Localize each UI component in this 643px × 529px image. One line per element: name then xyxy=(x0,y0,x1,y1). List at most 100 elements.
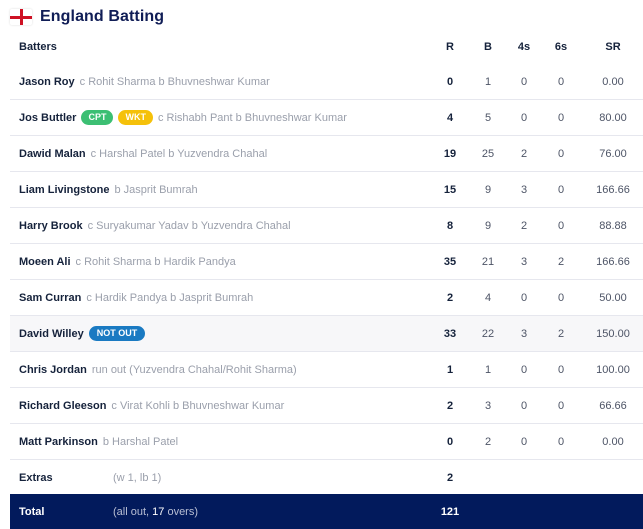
strike-rate-cell: 66.66 xyxy=(599,399,627,412)
balls-cell: 4 xyxy=(484,291,492,304)
balls-cell: 3 xyxy=(484,399,492,412)
batter-row: David Willey NOT OUT 33 22 3 2 150.00 xyxy=(10,316,643,352)
strike-rate-cell: 76.00 xyxy=(599,147,627,160)
extras-label: Extras xyxy=(19,471,53,484)
extras-detail: (w 1, lb 1) xyxy=(113,471,162,484)
sixes-cell: 0 xyxy=(557,363,565,376)
fours-cell: 2 xyxy=(520,219,528,232)
batter-name[interactable]: Moeen Ali xyxy=(19,256,71,268)
sixes-cell: 2 xyxy=(557,327,565,340)
strike-rate-cell: 50.00 xyxy=(599,291,627,304)
runs-cell: 8 xyxy=(446,219,454,232)
batter-cell: Chris Jordan run out (Yuzvendra Chahal/Ro… xyxy=(19,364,297,376)
dismissal-text: c Rohit Sharma b Bhuvneshwar Kumar xyxy=(79,75,270,88)
sixes-cell: 0 xyxy=(557,291,565,304)
strike-rate-cell: 166.66 xyxy=(596,255,630,268)
column-header-batters: Batters xyxy=(19,41,57,53)
dismissal-text: b Harshal Patel xyxy=(102,435,179,448)
batter-name[interactable]: Dawid Malan xyxy=(19,148,86,160)
runs-cell: 15 xyxy=(443,183,457,196)
sixes-cell: 0 xyxy=(557,183,565,196)
batter-name[interactable]: Jos Buttler xyxy=(19,112,76,124)
innings-header: England Batting xyxy=(10,6,164,28)
total-label: Total xyxy=(19,505,45,518)
fours-cell: 3 xyxy=(520,183,528,196)
fours-cell: 0 xyxy=(520,75,528,88)
batter-name[interactable]: Harry Brook xyxy=(19,220,83,232)
runs-cell: 35 xyxy=(443,255,457,268)
sixes-cell: 0 xyxy=(557,147,565,160)
total-runs: 121 xyxy=(440,505,460,518)
balls-cell: 1 xyxy=(484,75,492,88)
runs-cell: 33 xyxy=(443,327,457,340)
fours-cell: 3 xyxy=(520,327,528,340)
strike-rate-cell: 150.00 xyxy=(596,327,630,340)
column-header-balls: B xyxy=(484,41,492,53)
batter-cell: Matt Parkinson b Harshal Patel xyxy=(19,436,178,448)
strike-rate-cell: 166.66 xyxy=(596,183,630,196)
batter-row: Jason Roy c Rohit Sharma b Bhuvneshwar Ku… xyxy=(10,64,643,100)
column-header-fours: 4s xyxy=(517,41,531,53)
batter-cell: Sam Curran c Hardik Pandya b Jasprit Bumr… xyxy=(19,292,253,304)
extras-row: Extras (w 1, lb 1) 2 xyxy=(10,460,643,495)
total-detail-prefix: (all out, xyxy=(113,505,153,518)
batter-row: Liam Livingstone b Jasprit Bumrah 15 9 3 0 166… xyxy=(10,172,643,208)
runs-cell: 4 xyxy=(446,111,454,124)
batter-name[interactable]: Matt Parkinson xyxy=(19,436,98,448)
runs-cell: 19 xyxy=(443,147,457,160)
balls-cell: 5 xyxy=(484,111,492,124)
runs-cell: 2 xyxy=(446,399,454,412)
dismissal-text: c Virat Kohli b Bhuvneshwar Kumar xyxy=(111,399,285,412)
batter-cell: Jason Roy c Rohit Sharma b Bhuvneshwar Ku… xyxy=(19,76,270,88)
balls-cell: 9 xyxy=(484,219,492,232)
dismissal-text: c Suryakumar Yadav b Yuzvendra Chahal xyxy=(87,219,291,232)
batter-cell: Harry Brook c Suryakumar Yadav b Yuzvendr… xyxy=(19,220,291,232)
total-detail-suffix: overs) xyxy=(164,505,199,518)
table-header-row: Batters R B 4s 6s SR xyxy=(10,30,643,64)
strike-rate-cell: 100.00 xyxy=(596,363,630,376)
strike-rate-cell: 88.88 xyxy=(599,219,627,232)
balls-cell: 2 xyxy=(484,435,492,448)
balls-cell: 9 xyxy=(484,183,492,196)
total-row: Total (all out, 17 overs) 121 xyxy=(10,494,643,529)
fours-cell: 0 xyxy=(520,363,528,376)
balls-cell: 25 xyxy=(481,147,495,160)
batter-name[interactable]: Liam Livingstone xyxy=(19,184,109,196)
fours-cell: 0 xyxy=(520,291,528,304)
column-header-strike-rate: SR xyxy=(605,41,621,53)
runs-cell: 0 xyxy=(446,435,454,448)
balls-cell: 1 xyxy=(484,363,492,376)
sixes-cell: 2 xyxy=(557,255,565,268)
batter-name[interactable]: Jason Roy xyxy=(19,76,75,88)
batter-name[interactable]: David Willey xyxy=(19,328,84,340)
batter-cell: Moeen Ali c Rohit Sharma b Hardik Pandya xyxy=(19,256,236,268)
runs-cell: 2 xyxy=(446,291,454,304)
fours-cell: 0 xyxy=(520,399,528,412)
batter-name[interactable]: Sam Curran xyxy=(19,292,81,304)
fours-cell: 0 xyxy=(520,435,528,448)
strike-rate-cell: 80.00 xyxy=(599,111,627,124)
batter-row: Moeen Ali c Rohit Sharma b Hardik Pandya 3… xyxy=(10,244,643,280)
wicketkeeper-badge: WKT xyxy=(118,110,153,125)
batter-row: Harry Brook c Suryakumar Yadav b Yuzvendr… xyxy=(10,208,643,244)
batter-name[interactable]: Chris Jordan xyxy=(19,364,87,376)
batter-cell: David Willey NOT OUT xyxy=(19,326,146,341)
dismissal-text: b Jasprit Bumrah xyxy=(114,183,198,196)
total-overs: 17 xyxy=(152,505,165,518)
strike-rate-cell: 0.00 xyxy=(602,75,624,88)
sixes-cell: 0 xyxy=(557,219,565,232)
batter-row: Matt Parkinson b Harshal Patel 0 2 0 0 0.00 xyxy=(10,424,643,460)
dismissal-text: c Harshal Patel b Yuzvendra Chahal xyxy=(90,147,268,160)
sixes-cell: 0 xyxy=(557,75,565,88)
batting-scorecard: Batters R B 4s 6s SR Jason Roy c Rohit Sh… xyxy=(10,30,643,495)
batter-name[interactable]: Richard Gleeson xyxy=(19,400,106,412)
extras-runs: 2 xyxy=(446,471,454,484)
runs-cell: 1 xyxy=(446,363,454,376)
batter-row: Richard Gleeson c Virat Kohli b Bhuvneshw… xyxy=(10,388,643,424)
dismissal-text: c Rohit Sharma b Hardik Pandya xyxy=(75,255,236,268)
batter-row: Dawid Malan c Harshal Patel b Yuzvendra C… xyxy=(10,136,643,172)
england-flag-icon xyxy=(10,9,32,25)
batter-cell: Jos Buttler CPT WKT c Rishabh Pant b Bhuvne… xyxy=(19,110,347,125)
column-header-runs: R xyxy=(446,41,454,53)
sixes-cell: 0 xyxy=(557,111,565,124)
